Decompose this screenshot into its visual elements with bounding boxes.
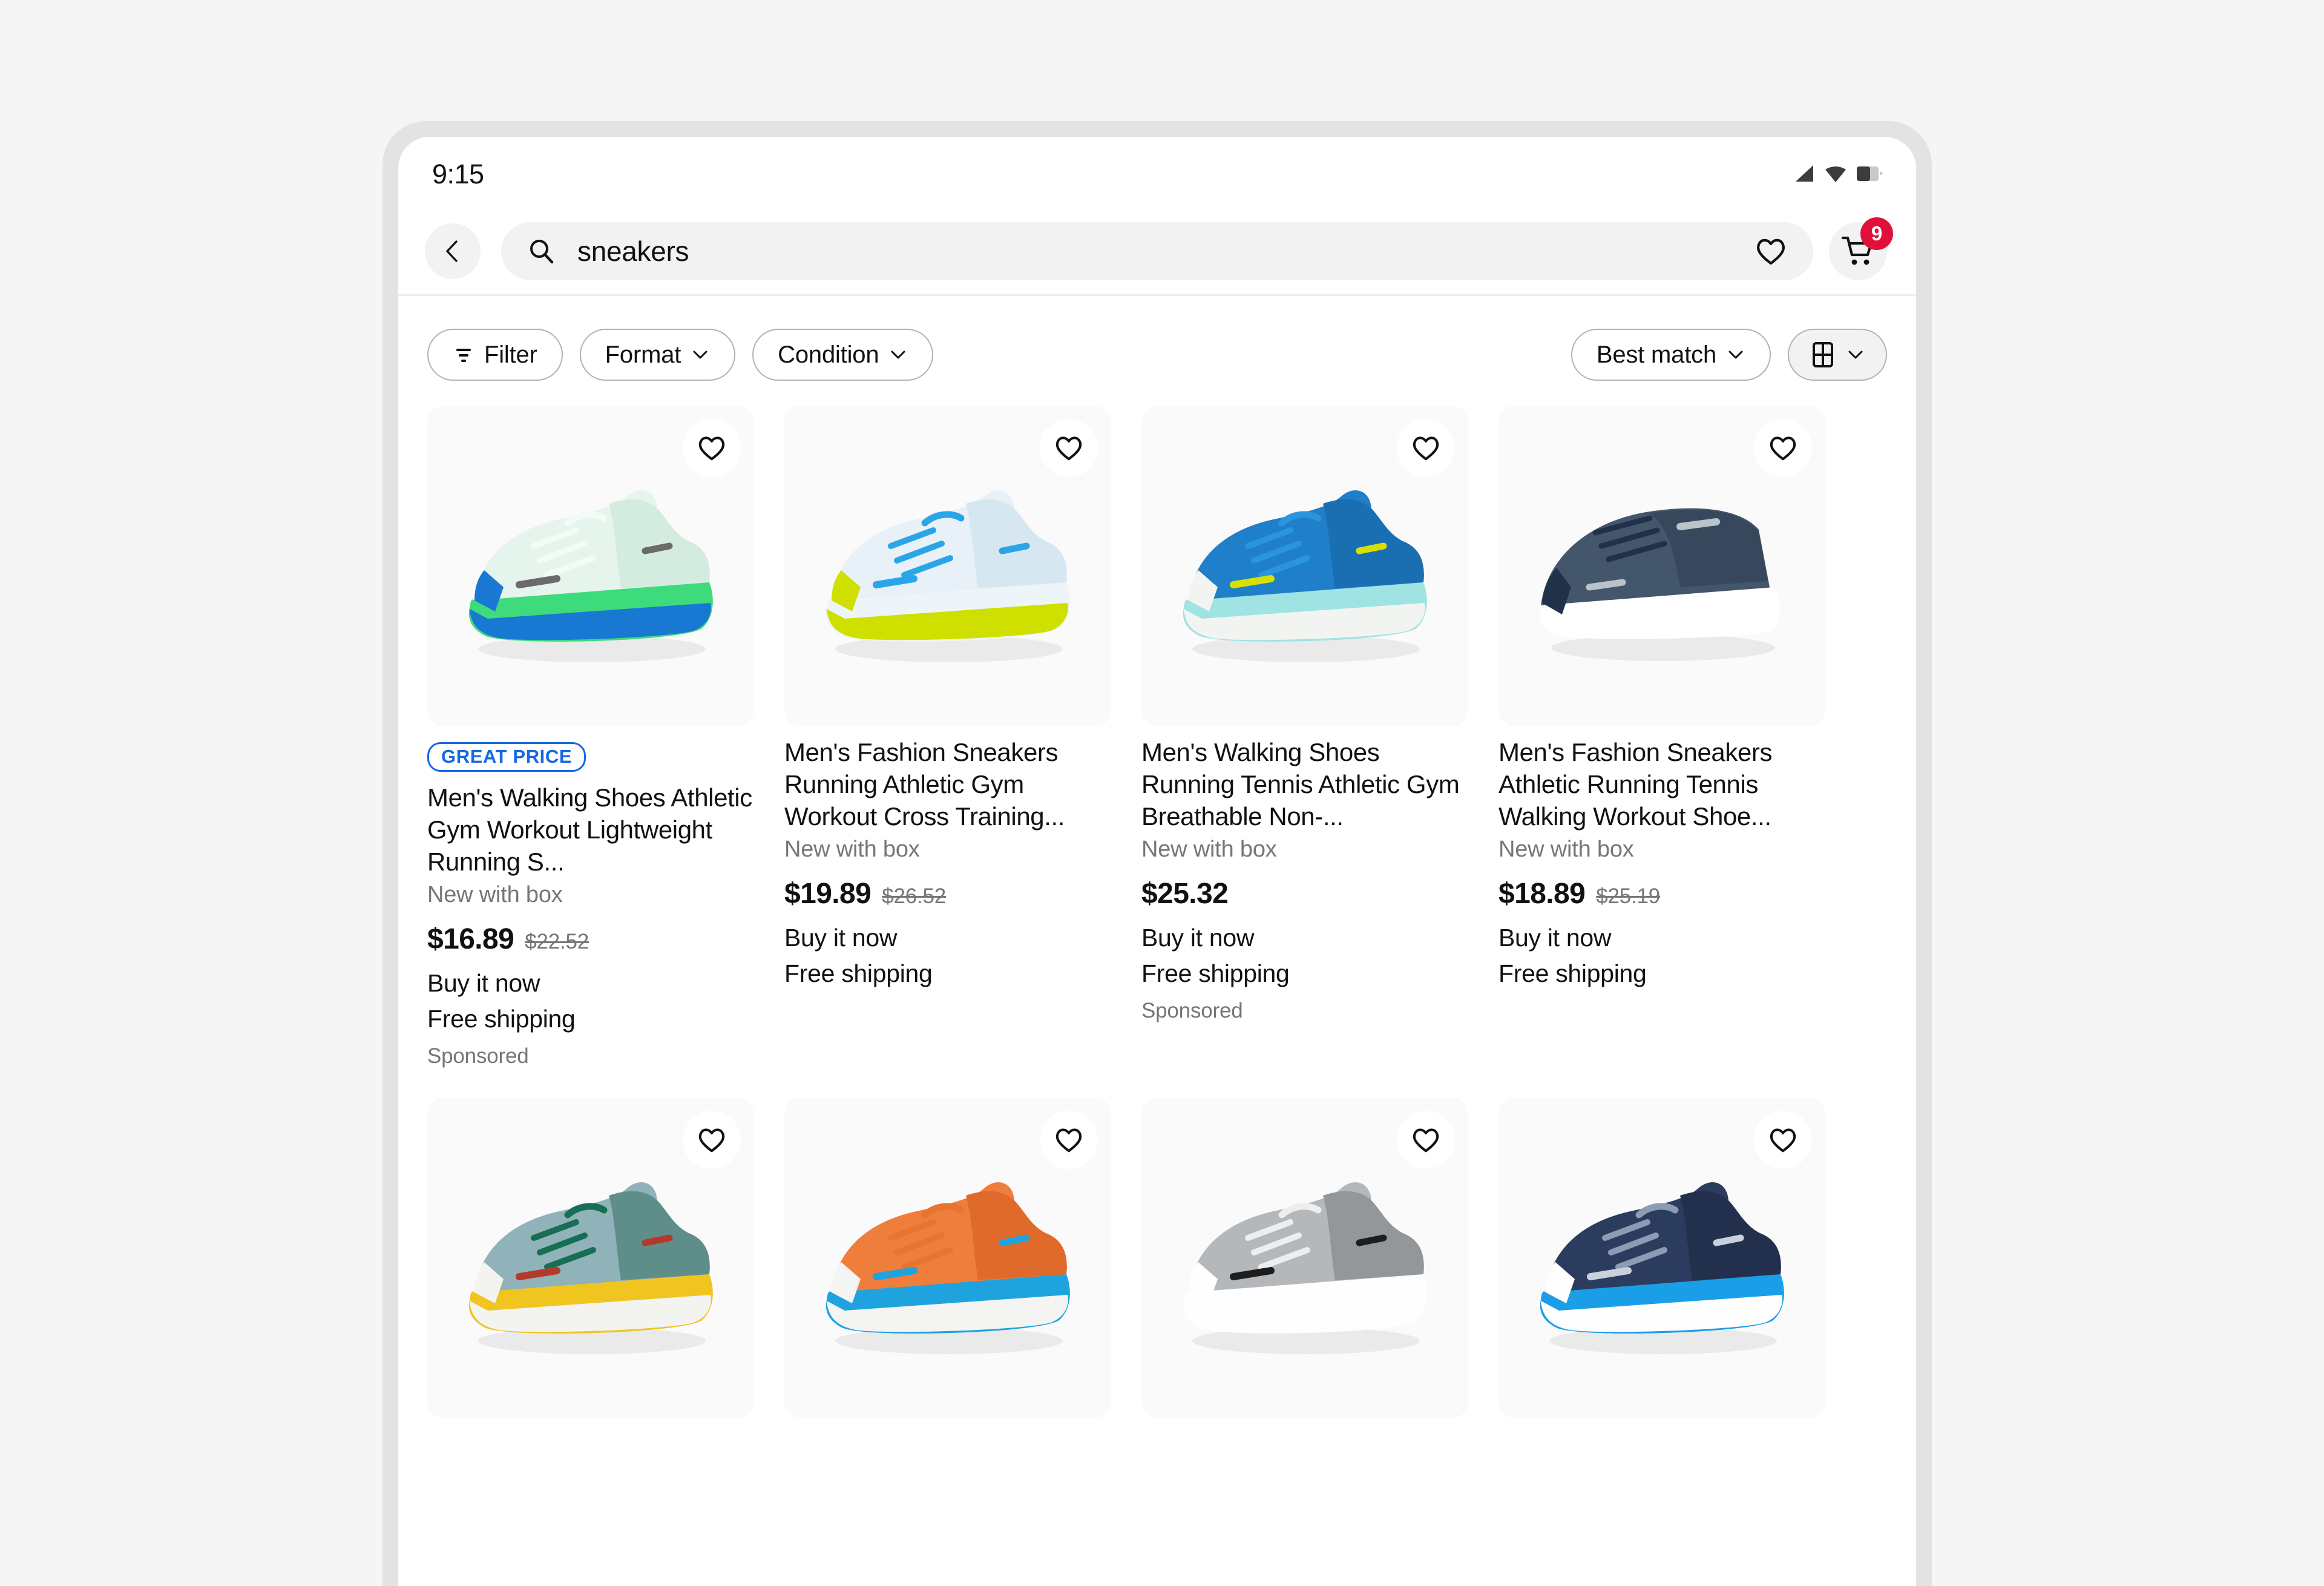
product-shipping: Free shipping — [784, 959, 933, 987]
search-header: sneakers 9 — [398, 207, 1916, 296]
great-price-badge: GREAT PRICE — [427, 742, 586, 772]
search-query-text: sneakers — [577, 235, 689, 267]
filter-row: Filter Format Condition Best match — [398, 295, 1916, 387]
search-icon — [527, 236, 557, 266]
heart-icon — [1756, 239, 1785, 265]
favorite-button[interactable] — [1748, 228, 1794, 274]
product-original-price: $25.19 — [1596, 884, 1661, 908]
status-time: 9:15 — [432, 159, 484, 189]
wifi-icon — [1825, 165, 1846, 183]
cart-button[interactable]: 9 — [1829, 217, 1893, 280]
product-shipping: Free shipping — [1141, 959, 1290, 987]
cellular-signal-icon — [1794, 165, 1814, 183]
product-buy-format: Buy it now — [784, 924, 898, 952]
product-favorite-button[interactable] — [683, 419, 741, 477]
product-card[interactable] — [1141, 1097, 1468, 1418]
grid-row-gap — [427, 1068, 1887, 1097]
product-image[interactable] — [1498, 406, 1825, 726]
product-buy-format: Buy it now — [1141, 924, 1255, 952]
product-title[interactable]: Men's Fashion Sneakers Running Athletic … — [784, 736, 1111, 832]
heart-icon — [1055, 436, 1082, 461]
product-favorite-button[interactable] — [683, 1111, 741, 1169]
cart-badge: 9 — [1860, 217, 1893, 250]
header-divider — [398, 294, 1916, 296]
product-price-row: $18.89 $25.19 — [1498, 877, 1825, 910]
filter-button-label: Filter — [484, 341, 537, 368]
back-button[interactable] — [425, 223, 481, 279]
chevron-down-icon — [1726, 345, 1745, 364]
product-original-price: $22.52 — [525, 930, 589, 953]
product-image[interactable] — [427, 406, 754, 726]
heart-icon — [1413, 1128, 1439, 1153]
product-grid: GREAT PRICE Men's Walking Shoes Athletic … — [398, 387, 1916, 1418]
heart-icon — [1770, 436, 1796, 461]
chevron-left-icon — [446, 240, 458, 262]
product-title[interactable]: Men's Fashion Sneakers Athletic Running … — [1498, 736, 1825, 832]
format-chip[interactable]: Format — [579, 329, 736, 381]
product-price-row: $19.89 $26.52 — [784, 877, 1111, 910]
product-price-row: $25.32 — [1141, 877, 1468, 910]
product-image[interactable] — [1141, 1097, 1468, 1418]
product-condition: New with box — [1141, 837, 1277, 862]
product-buy-format: Buy it now — [1498, 924, 1612, 952]
heart-icon — [698, 1128, 725, 1153]
product-card[interactable]: GREAT PRICE Men's Walking Shoes Athletic … — [427, 406, 754, 1068]
product-shipping: Free shipping — [427, 1005, 576, 1033]
product-sponsored-label: Sponsored — [1141, 999, 1243, 1022]
product-image[interactable] — [1498, 1097, 1825, 1418]
product-condition: New with box — [1498, 837, 1634, 862]
search-input[interactable]: sneakers — [501, 222, 1813, 280]
product-favorite-button[interactable] — [1754, 419, 1812, 477]
product-price: $19.89 — [784, 878, 872, 910]
condition-chip[interactable]: Condition — [752, 329, 934, 381]
product-buy-format: Buy it now — [427, 969, 540, 997]
product-image[interactable] — [784, 1097, 1111, 1418]
product-card[interactable]: Men's Walking Shoes Running Tennis Athle… — [1141, 406, 1468, 1068]
product-card[interactable] — [784, 1097, 1111, 1418]
product-shipping: Free shipping — [1498, 959, 1647, 987]
product-price: $18.89 — [1498, 878, 1586, 910]
product-favorite-button[interactable] — [1754, 1111, 1812, 1169]
product-favorite-button[interactable] — [1040, 1111, 1098, 1169]
status-icons — [1794, 165, 1883, 183]
product-original-price: $26.52 — [882, 884, 947, 908]
condition-chip-label: Condition — [778, 341, 879, 368]
heart-icon — [1770, 1128, 1796, 1153]
format-chip-label: Format — [605, 341, 681, 368]
product-card[interactable] — [1498, 1097, 1825, 1418]
sort-chip[interactable]: Best match — [1571, 329, 1771, 381]
filter-button[interactable]: Filter — [427, 329, 563, 381]
product-image[interactable] — [784, 406, 1111, 726]
phone-frame: 9:15 sneakers 9 Filter Format Condition … — [382, 121, 1932, 1586]
product-image[interactable] — [1141, 406, 1468, 726]
product-sponsored-label: Sponsored — [427, 1044, 529, 1068]
sort-chip-label: Best match — [1596, 341, 1716, 368]
product-favorite-button[interactable] — [1397, 1111, 1455, 1169]
product-card[interactable] — [427, 1097, 754, 1418]
status-bar: 9:15 — [398, 137, 1916, 207]
chevron-down-icon — [691, 345, 710, 364]
battery-icon — [1857, 166, 1883, 181]
heart-icon — [1055, 1128, 1082, 1153]
heart-icon — [1413, 436, 1439, 461]
phone-screen: 9:15 sneakers 9 Filter Format Condition … — [398, 137, 1916, 1586]
product-price: $16.89 — [427, 923, 514, 955]
grid-view-icon — [1810, 340, 1836, 369]
product-card[interactable]: Men's Fashion Sneakers Running Athletic … — [784, 406, 1111, 1068]
product-favorite-button[interactable] — [1040, 419, 1098, 477]
heart-icon — [698, 436, 725, 461]
product-condition: New with box — [427, 882, 563, 907]
view-mode-chip[interactable] — [1788, 329, 1887, 381]
product-favorite-button[interactable] — [1397, 419, 1455, 477]
product-card[interactable]: Men's Fashion Sneakers Athletic Running … — [1498, 406, 1825, 1068]
product-title[interactable]: Men's Walking Shoes Running Tennis Athle… — [1141, 736, 1468, 832]
product-price: $25.32 — [1141, 878, 1229, 910]
product-condition: New with box — [784, 837, 920, 862]
chevron-down-icon — [888, 345, 908, 364]
product-title[interactable]: Men's Walking Shoes Athletic Gym Workout… — [427, 781, 754, 878]
filter-lines-icon — [453, 344, 474, 366]
product-image[interactable] — [427, 1097, 754, 1418]
product-price-row: $16.89 $22.52 — [427, 923, 754, 956]
chevron-down-icon — [1846, 345, 1865, 364]
